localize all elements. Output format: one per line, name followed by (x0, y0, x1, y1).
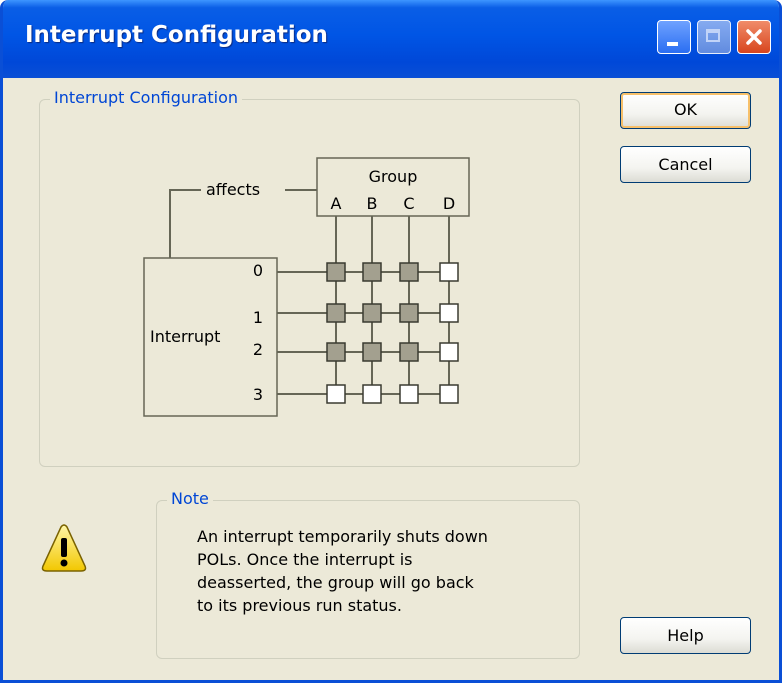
matrix-cell-0-a[interactable] (326, 262, 346, 282)
note-legend: Note (167, 489, 213, 508)
interrupt-label: Interrupt (150, 327, 220, 346)
matrix-cell-2-d[interactable] (439, 342, 459, 362)
affects-label: affects (206, 180, 260, 199)
matrix-cell-3-d[interactable] (439, 384, 459, 404)
dialog-window: Interrupt Configuration Interrupt Config… (0, 0, 782, 683)
interrupt-row-label-3: 3 (253, 385, 263, 404)
interrupt-row-label-2: 2 (253, 340, 263, 359)
affects-connector-left (169, 189, 201, 258)
matrix-cell-2-c[interactable] (399, 342, 419, 362)
matrix-cell-3-a[interactable] (326, 384, 346, 404)
group-column-label-c: C (403, 194, 414, 213)
matrix-cell-1-b[interactable] (362, 303, 382, 323)
matrix-cell-0-b[interactable] (362, 262, 382, 282)
matrix-cell-0-c[interactable] (399, 262, 419, 282)
help-button[interactable]: Help (620, 617, 751, 654)
group-column-label-a: A (331, 194, 342, 213)
cancel-button[interactable]: Cancel (620, 146, 751, 183)
group-label: Group (369, 167, 418, 186)
group-column-label-b: B (367, 194, 378, 213)
interrupt-row-label-1: 1 (253, 308, 263, 327)
matrix-cell-3-c[interactable] (399, 384, 419, 404)
group-column-label-d: D (443, 194, 455, 213)
note-text: An interrupt temporarily shuts down POLs… (197, 527, 488, 615)
matrix-cell-3-b[interactable] (362, 384, 382, 404)
matrix-cell-1-d[interactable] (439, 303, 459, 323)
matrix-cell-2-a[interactable] (326, 342, 346, 362)
matrix-cell-0-d[interactable] (439, 262, 459, 282)
matrix-cell-1-a[interactable] (326, 303, 346, 323)
warning-icon (41, 524, 87, 572)
ok-button[interactable]: OK (620, 92, 751, 129)
matrix-cell-2-b[interactable] (362, 342, 382, 362)
interrupt-row-label-0: 0 (253, 261, 263, 280)
matrix-cell-1-c[interactable] (399, 303, 419, 323)
